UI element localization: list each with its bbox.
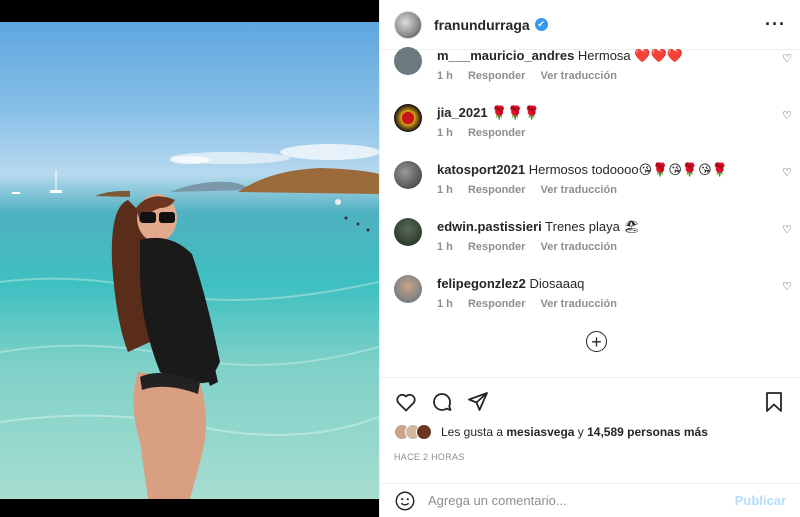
comment-time: 1 h xyxy=(437,241,453,253)
comment-meta: 1 h Responder Ver traducción xyxy=(437,241,629,253)
commenter-avatar[interactable] xyxy=(394,275,422,303)
commenter-username[interactable]: m___mauricio_andres xyxy=(437,48,574,63)
comment-like-heart-icon[interactable]: ♡ xyxy=(782,223,792,236)
comment-text-line: felipegonzlez2 Diosaaaq xyxy=(437,275,584,293)
comment-meta: 1 h Responder Ver traducción xyxy=(437,184,629,196)
comment-item: edwin.pastissieri Trenes playa 🏖 1 h Res… xyxy=(394,218,800,275)
comment-time: 1 h xyxy=(437,184,453,196)
comment-item: felipegonzlez2 Diosaaaq 1 h Responder Ve… xyxy=(394,275,800,332)
comment-text: 🌹🌹🌹 xyxy=(491,105,540,120)
post-panel: franundurraga ✔ ··· m___mauricio_andres … xyxy=(379,0,800,517)
action-bar xyxy=(380,377,800,425)
comment-icon[interactable] xyxy=(430,390,454,414)
media-area xyxy=(0,0,379,517)
post-header: franundurraga ✔ ··· xyxy=(380,0,800,50)
translate-button[interactable]: Ver traducción xyxy=(541,241,617,253)
likes-summary: Les gusta a mesiasvega y 14,589 personas… xyxy=(394,424,708,440)
publish-button[interactable]: Publicar xyxy=(735,493,786,508)
share-icon[interactable] xyxy=(466,390,490,414)
comment-like-heart-icon[interactable]: ♡ xyxy=(782,280,792,293)
likes-prefix: Les gusta a xyxy=(441,425,507,439)
comment-like-heart-icon[interactable]: ♡ xyxy=(782,109,792,122)
comment-meta: 1 h Responder Ver traducción xyxy=(437,70,629,82)
liker-username[interactable]: mesiasvega xyxy=(506,425,574,439)
reply-button[interactable]: Responder xyxy=(468,241,525,253)
comment-like-heart-icon[interactable]: ♡ xyxy=(782,52,792,65)
likes-count[interactable]: 14,589 personas más xyxy=(587,425,708,439)
translate-button[interactable]: Ver traducción xyxy=(541,70,617,82)
verified-badge-icon: ✔ xyxy=(534,18,548,31)
liker-avatar[interactable] xyxy=(416,424,432,440)
comment-text: Diosaaaq xyxy=(529,276,585,291)
commenter-avatar[interactable] xyxy=(394,218,422,246)
comment-meta: 1 h Responder xyxy=(437,127,537,139)
reply-button[interactable]: Responder xyxy=(468,127,525,139)
author-username[interactable]: franundurraga xyxy=(434,17,530,33)
comment-item: katosport2021 Hermosos todoooo😘🌹😘🌹😘🌹 1 h… xyxy=(394,161,800,218)
commenter-avatar[interactable] xyxy=(394,104,422,132)
comment-text: Trenes playa 🏖 xyxy=(545,219,640,234)
translate-button[interactable]: Ver traducción xyxy=(541,298,617,310)
comment-time: 1 h xyxy=(437,298,453,310)
comment-like-heart-icon[interactable]: ♡ xyxy=(782,166,792,179)
comment-text-line: jia_2021 🌹🌹🌹 xyxy=(437,104,540,122)
comment-item: jia_2021 🌹🌹🌹 1 h Responder ♡ xyxy=(394,104,800,161)
emoji-icon[interactable] xyxy=(394,490,416,512)
comment-input[interactable] xyxy=(428,493,735,508)
commenter-username[interactable]: katosport2021 xyxy=(437,162,525,177)
likes-middle: y xyxy=(574,425,588,439)
comment-text-line: katosport2021 Hermosos todoooo😘🌹😘🌹😘🌹 xyxy=(437,161,728,179)
more-options-button[interactable]: ··· xyxy=(765,14,786,35)
comment-text: Hermosos todoooo😘🌹😘🌹😘🌹 xyxy=(528,162,728,177)
comments-list[interactable]: m___mauricio_andres Hermosa ❤️❤️❤️ 1 h R… xyxy=(380,44,800,374)
post-timestamp: HACE 2 HORAS xyxy=(394,452,465,462)
comment-text-line: m___mauricio_andres Hermosa ❤️❤️❤️ xyxy=(437,47,683,65)
commenter-username[interactable]: edwin.pastissieri xyxy=(437,219,542,234)
comment-text-line: edwin.pastissieri Trenes playa 🏖 xyxy=(437,218,640,236)
bookmark-icon[interactable] xyxy=(762,390,786,414)
comment-item: m___mauricio_andres Hermosa ❤️❤️❤️ 1 h R… xyxy=(394,47,800,104)
comment-time: 1 h xyxy=(437,70,453,82)
author-avatar[interactable] xyxy=(394,10,422,39)
reply-button[interactable]: Responder xyxy=(468,70,525,82)
load-more-comments-icon[interactable]: + xyxy=(586,331,607,352)
commenter-avatar[interactable] xyxy=(394,161,422,189)
commenter-avatar[interactable] xyxy=(394,47,422,75)
heart-icon[interactable] xyxy=(394,390,418,414)
commenter-username[interactable]: felipegonzlez2 xyxy=(437,276,526,291)
comment-composer: Publicar xyxy=(380,483,800,517)
commenter-username[interactable]: jia_2021 xyxy=(437,105,488,120)
likes-text: Les gusta a mesiasvega y 14,589 personas… xyxy=(441,425,708,439)
post-photo[interactable] xyxy=(0,22,379,499)
comment-meta: 1 h Responder Ver traducción xyxy=(437,298,629,310)
translate-button[interactable]: Ver traducción xyxy=(541,184,617,196)
reply-button[interactable]: Responder xyxy=(468,298,525,310)
comment-time: 1 h xyxy=(437,127,453,139)
reply-button[interactable]: Responder xyxy=(468,184,525,196)
comment-text: Hermosa ❤️❤️❤️ xyxy=(577,48,683,63)
